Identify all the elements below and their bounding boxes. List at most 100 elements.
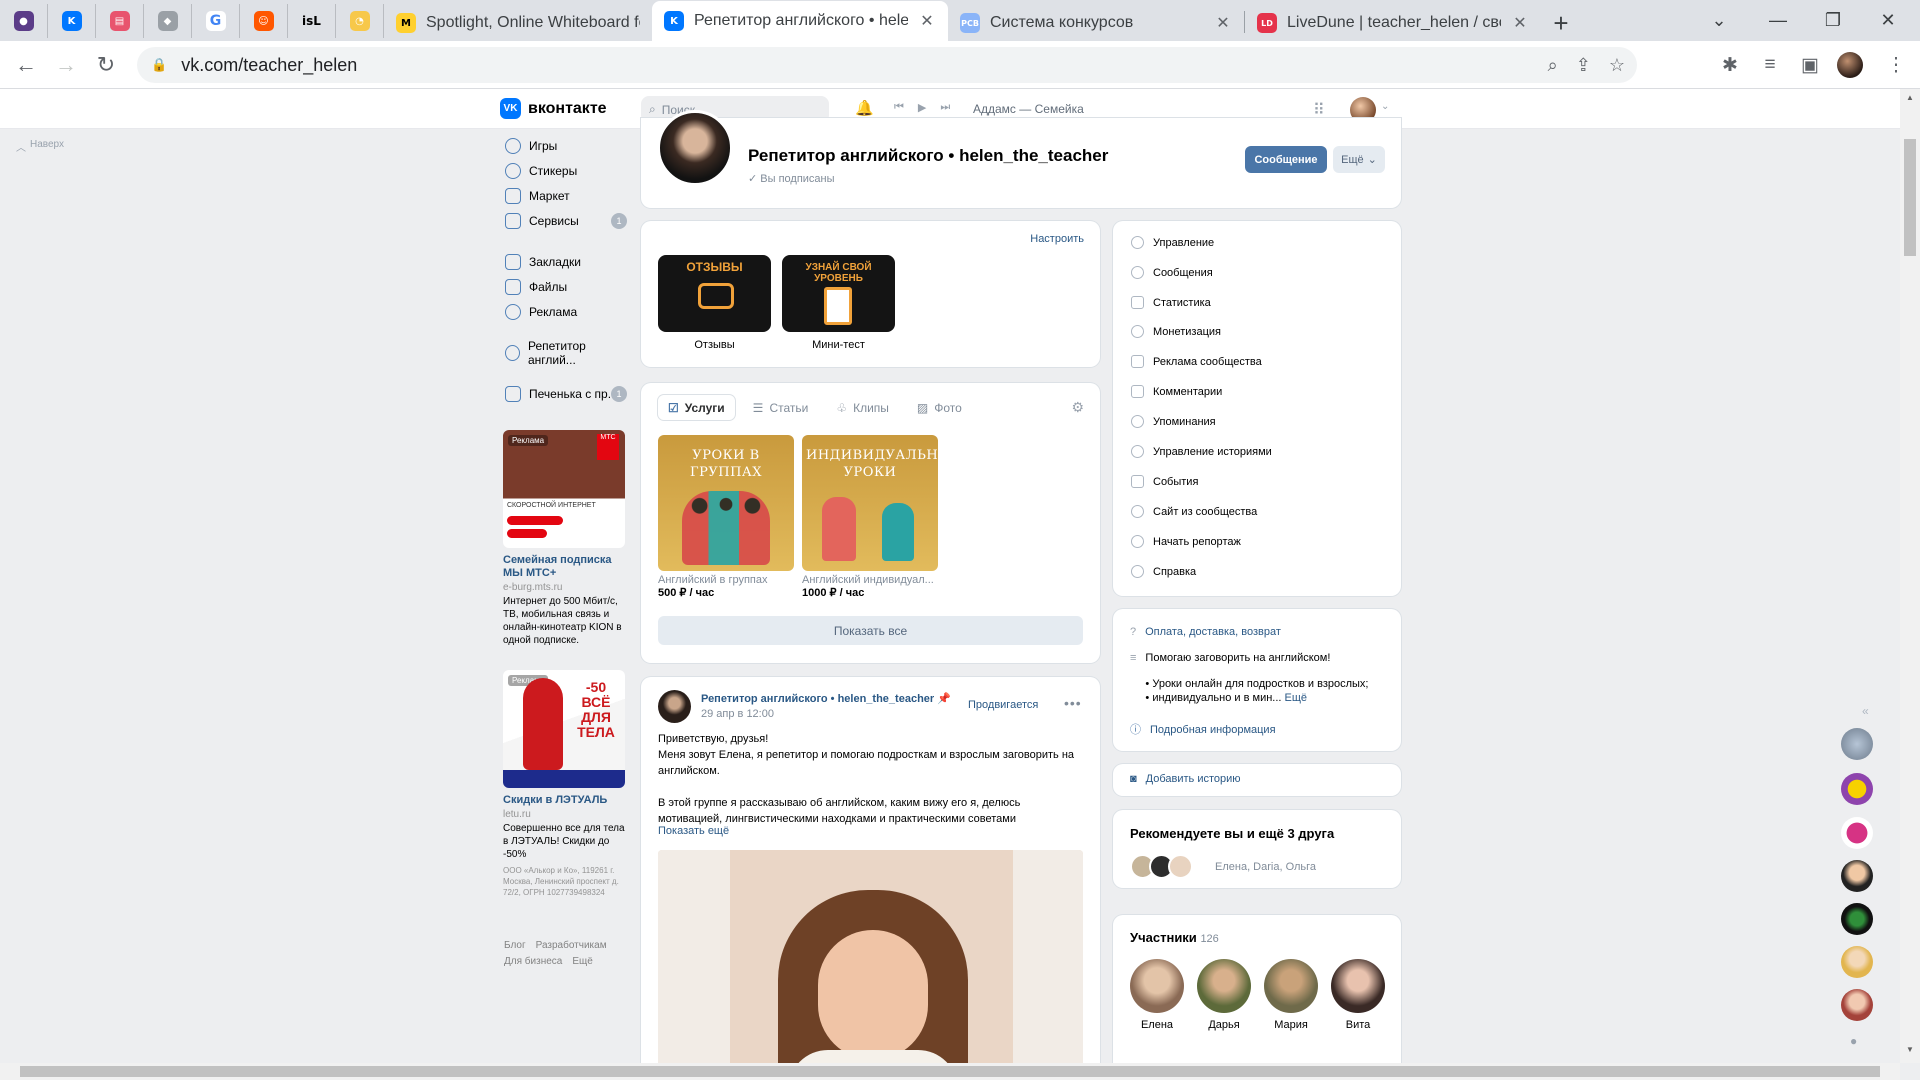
- tab-contests[interactable]: РСВ Система конкурсов ✕: [948, 5, 1244, 41]
- pinned-tab[interactable]: ◆: [144, 4, 192, 38]
- pinned-tab[interactable]: ●: [0, 4, 48, 38]
- menu-item-comments[interactable]: Комментарии: [1131, 385, 1222, 398]
- star-icon[interactable]: ☆: [1609, 55, 1625, 76]
- tab-clips[interactable]: ♧ Клипы: [826, 395, 899, 420]
- tab-services[interactable]: ☑ Услуги: [658, 395, 735, 420]
- ad-block-mts[interactable]: Реклама МТС СКОРОСТНОЙ ИНТЕРНЕТ Семейная…: [503, 430, 625, 647]
- side-panel-icon[interactable]: ▣: [1790, 45, 1830, 85]
- footer-link-more[interactable]: Ещё: [572, 956, 592, 967]
- back-icon[interactable]: ←: [6, 45, 46, 85]
- vertical-scrollbar[interactable]: ▲ ▼: [1900, 89, 1920, 1063]
- menu-item-mentions[interactable]: Упоминания: [1131, 415, 1216, 428]
- recommend-block[interactable]: Рекомендуете вы и ещё 3 друга Елена, Dar…: [1113, 810, 1401, 888]
- footer-link-business[interactable]: Для бизнеса: [504, 956, 562, 967]
- widget-tile-reviews[interactable]: ОТЗЫВЫ Отзывы: [658, 255, 771, 351]
- notifications-icon[interactable]: 🔔: [855, 99, 874, 117]
- post-author-avatar[interactable]: [658, 690, 691, 723]
- menu-item-stats[interactable]: Статистика: [1131, 296, 1211, 309]
- chat-avatar[interactable]: [1841, 773, 1873, 805]
- ad-title[interactable]: Скидки в ЛЭТУАЛЬ: [503, 794, 625, 807]
- add-story-block[interactable]: ◙ Добавить историю: [1113, 764, 1401, 796]
- more-options-icon[interactable]: •••: [1064, 695, 1082, 711]
- close-icon[interactable]: ✕: [1511, 13, 1529, 33]
- window-close-icon[interactable]: ✕: [1861, 0, 1915, 41]
- now-playing[interactable]: Аддамс — Семейка: [973, 102, 1084, 116]
- tab-articles[interactable]: ☰ Статьи: [743, 395, 819, 420]
- sidebar-item-ads[interactable]: Реклама: [505, 299, 629, 324]
- details-link[interactable]: Подробная информация: [1150, 723, 1276, 737]
- promotion-status[interactable]: Продвигается: [968, 699, 1038, 711]
- show-all-button[interactable]: Показать все: [658, 616, 1083, 645]
- product-card[interactable]: УРОКИ В ГРУППАХ Английский в группах 500…: [658, 435, 794, 599]
- delivery-row[interactable]: ? Оплата, доставка, возврат: [1130, 625, 1281, 639]
- extensions-icon[interactable]: ✱: [1710, 45, 1750, 85]
- new-tab-button[interactable]: +: [1541, 5, 1581, 41]
- post-author[interactable]: Репетитор английского • helen_the_teache…: [701, 692, 951, 705]
- scroll-to-top-link[interactable]: ︿ Наверх: [16, 139, 64, 154]
- share-icon[interactable]: ⇪: [1576, 55, 1591, 76]
- sidebar-item-bookmarks[interactable]: Закладки: [505, 249, 629, 274]
- close-icon[interactable]: ✕: [1214, 13, 1232, 33]
- scrollbar-thumb[interactable]: [1904, 139, 1916, 256]
- sidebar-item-services[interactable]: Сервисы 1: [505, 208, 629, 233]
- member-item[interactable]: Вита: [1331, 959, 1385, 1031]
- tab-vk-active[interactable]: K Репетитор английского • helen_ ✕: [652, 1, 948, 41]
- scrollbar-thumb[interactable]: [20, 1066, 1880, 1077]
- more-button[interactable]: Ещё ⌄: [1333, 146, 1385, 173]
- chat-avatar[interactable]: [1841, 728, 1873, 760]
- footer-link-developers[interactable]: Разработчикам: [536, 940, 607, 951]
- menu-item-broadcast[interactable]: Начать репортаж: [1131, 535, 1241, 548]
- post-photo[interactable]: [658, 850, 1083, 1080]
- play-icon[interactable]: ▶: [918, 101, 926, 114]
- chevron-down-icon[interactable]: ⌄: [1381, 101, 1389, 112]
- pinned-tab[interactable]: ▤: [96, 4, 144, 38]
- gear-icon[interactable]: ⚙: [1071, 399, 1084, 416]
- forward-icon[interactable]: →: [46, 45, 86, 85]
- pinned-tab[interactable]: ◔: [336, 4, 384, 38]
- product-card[interactable]: ИНДИВИДУАЛЬНЫЕ УРОКИ Английский индивиду…: [802, 435, 938, 599]
- collapse-chats-icon[interactable]: «: [1862, 704, 1869, 718]
- menu-item-manage[interactable]: Управление: [1131, 236, 1214, 249]
- details-row[interactable]: ⓘ Подробная информация: [1130, 723, 1276, 737]
- add-story-row[interactable]: ◙ Добавить историю: [1130, 773, 1241, 785]
- tab-search-icon[interactable]: ⌄: [1692, 0, 1746, 41]
- sidebar-item-community[interactable]: Репетитор англий...: [505, 339, 629, 367]
- message-button[interactable]: Сообщение: [1245, 146, 1327, 173]
- sidebar-item-market[interactable]: Маркет: [505, 183, 629, 208]
- horizontal-scrollbar[interactable]: [0, 1063, 1900, 1080]
- minimize-icon[interactable]: —: [1751, 0, 1805, 41]
- apps-grid-icon[interactable]: ⠿: [1313, 100, 1325, 120]
- chat-avatar[interactable]: [1841, 989, 1873, 1021]
- ad-block-letual[interactable]: Реклама -50 ВСЁ ДЛЯ ТЕЛА Скидки в ЛЭТУАЛ…: [503, 670, 625, 898]
- reload-icon[interactable]: ↻: [86, 45, 126, 85]
- tab-livedune[interactable]: LD LiveDune | teacher_helen / свод ✕: [1245, 5, 1541, 41]
- chat-avatar[interactable]: [1841, 946, 1873, 978]
- address-bar[interactable]: 🔒 vk.com/teacher_helen ⌕ ⇪ ☆: [137, 47, 1637, 83]
- scroll-up-arrow-icon[interactable]: ▲: [1906, 93, 1914, 102]
- pinned-tab[interactable]: K: [48, 4, 96, 38]
- chat-avatar[interactable]: [1841, 860, 1873, 892]
- vk-logo[interactable]: VK вконтакте: [500, 98, 607, 119]
- menu-item-site[interactable]: Сайт из сообщества: [1131, 505, 1257, 518]
- next-track-icon[interactable]: ⏭: [940, 101, 950, 114]
- member-item[interactable]: Мария: [1264, 959, 1318, 1031]
- setup-link[interactable]: Настроить: [1030, 233, 1084, 245]
- profile-avatar[interactable]: [1830, 45, 1870, 85]
- chat-avatar[interactable]: [1841, 903, 1873, 935]
- sidebar-item-stickers[interactable]: Стикеры: [505, 158, 629, 183]
- pinned-tab[interactable]: isL: [288, 4, 336, 38]
- sidebar-item-files[interactable]: Файлы: [505, 274, 629, 299]
- media-icon[interactable]: ≡: [1750, 45, 1790, 85]
- menu-item-monetization[interactable]: Монетизация: [1131, 325, 1221, 338]
- chat-avatar[interactable]: [1841, 817, 1873, 849]
- pinned-tab[interactable]: G: [192, 4, 240, 38]
- sidebar-item-games[interactable]: Игры: [505, 133, 629, 158]
- delivery-link[interactable]: Оплата, доставка, возврат: [1145, 625, 1281, 639]
- member-item[interactable]: Дарья: [1197, 959, 1251, 1031]
- close-icon[interactable]: ✕: [918, 11, 936, 31]
- menu-item-events[interactable]: События: [1131, 475, 1198, 488]
- ad-title[interactable]: Семейная подписка МЫ МТС+: [503, 554, 625, 580]
- member-item[interactable]: Елена: [1130, 959, 1184, 1031]
- menu-item-stories[interactable]: Управление историями: [1131, 445, 1272, 458]
- sidebar-item-app[interactable]: Печенька с пр... 1: [505, 381, 629, 406]
